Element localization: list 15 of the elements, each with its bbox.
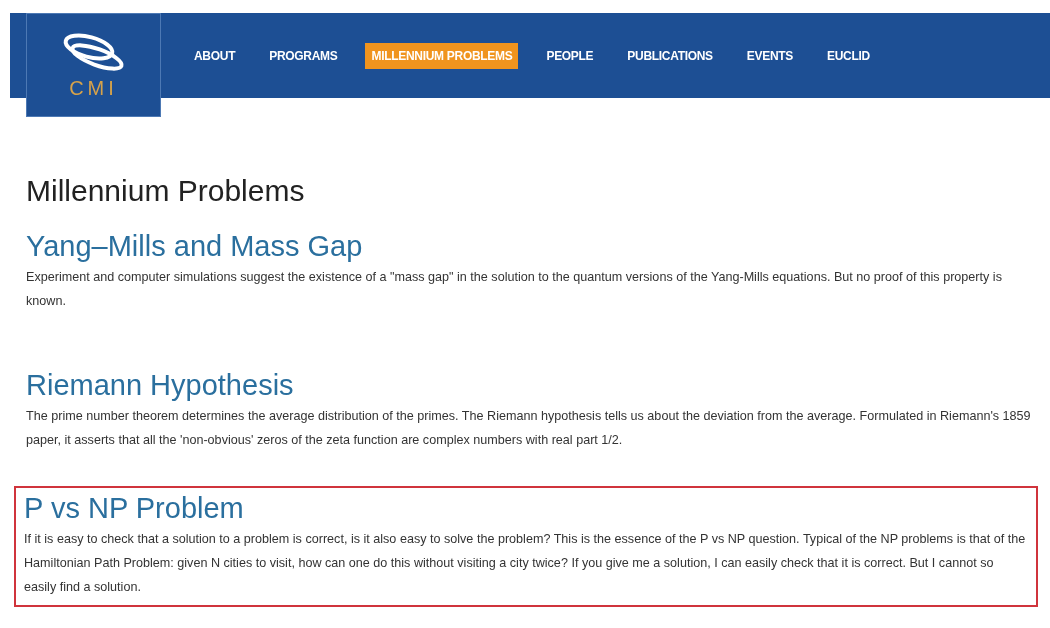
logo-tile[interactable]: CMI <box>26 13 161 117</box>
logo-text: CMI <box>69 76 118 100</box>
problem-description: The prime number theorem determines the average distribution of the primes. The Riemann hypothesis tells us about the deviation from the average. Formulated in Riemann's 1859 paper, it asserts that all the 'non-obvious' zeros of the zeta function are complex numbers with real part 1/2. <box>26 408 1032 449</box>
page-title: Millennium Problems <box>26 174 306 208</box>
nav-link[interactable]: EVENTS <box>740 42 800 69</box>
nav-link[interactable]: PEOPLE <box>540 42 600 69</box>
nav-link[interactable]: EUCLID <box>821 42 876 69</box>
problem-link[interactable]: P vs NP Problem <box>24 492 1028 525</box>
nav-link[interactable]: PUBLICATIONS <box>621 42 719 69</box>
nav-link[interactable]: ABOUT <box>188 42 242 69</box>
problem-link[interactable]: Riemann Hypothesis <box>26 369 1036 402</box>
problem-link[interactable]: Yang–Mills and Mass Gap <box>26 230 1036 263</box>
nav-link[interactable]: PROGRAMS <box>263 42 344 69</box>
problem-description: Experiment and computer simulations suggest the existence of a "mass gap" in the solution to the quantum versions of the Yang-Mills equations. But no proof of this property is known. <box>26 269 1003 310</box>
problem-description: If it is easy to check that a solution to a problem is correct, is it also easy to solve the problem? This is the essence of the P vs NP question. Typical of the NP problems is that of the Hamiltonian Path Problem: given N cities to visit, how can one do this without visiting a city twice? If you give me a solution, I can easily check that it is correct. But I cannot so easily find a solution. <box>24 531 1027 596</box>
